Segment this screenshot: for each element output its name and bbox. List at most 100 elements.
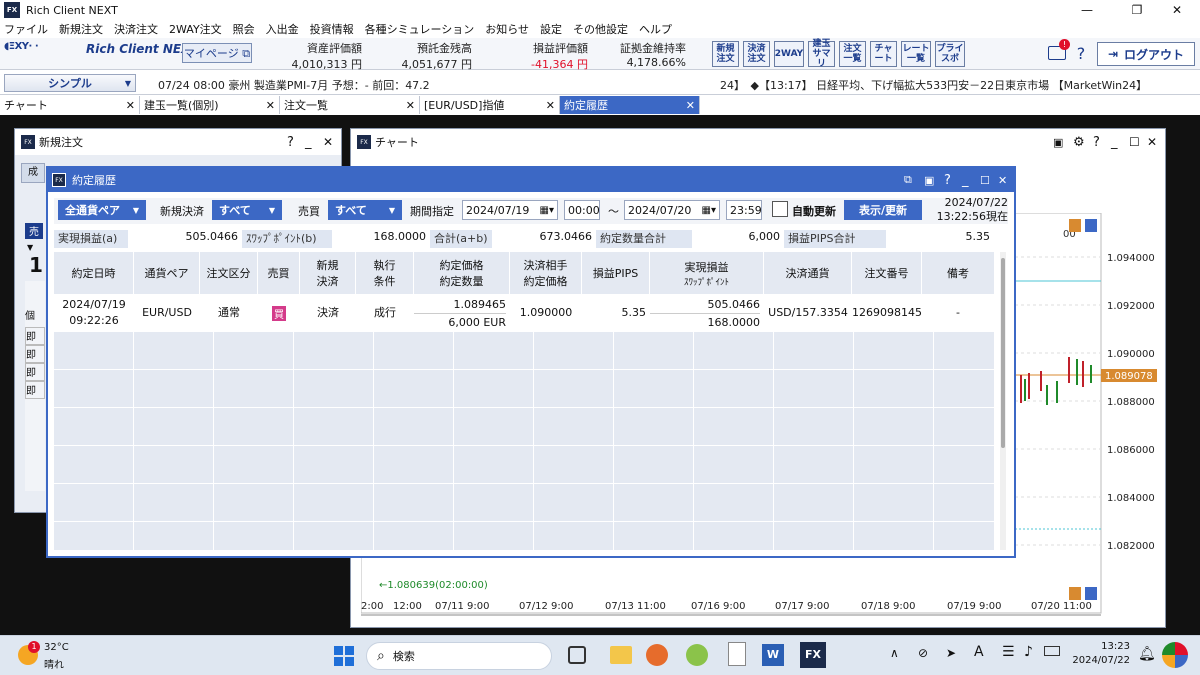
- refresh-button[interactable]: 表示/更新: [844, 200, 922, 220]
- menu-2way[interactable]: 2WAY注文: [169, 21, 222, 37]
- taskbar-search[interactable]: ⌕ 検索: [366, 642, 552, 670]
- to-time-input[interactable]: 23:59: [726, 200, 762, 220]
- word-icon[interactable]: W: [762, 644, 784, 666]
- tab-orders[interactable]: 注文一覧 ✕: [280, 96, 420, 114]
- copilot-icon[interactable]: [1162, 642, 1188, 668]
- scrollbar-thumb: [1001, 258, 1005, 448]
- tab-history[interactable]: 約定履歴 ✕: [560, 96, 700, 114]
- mypage-button[interactable]: マイページ ⧉: [182, 43, 252, 63]
- close-icon: ✕: [265, 98, 275, 112]
- close-icon[interactable]: ✕: [1154, 0, 1200, 20]
- minimize-icon[interactable]: —: [1064, 0, 1110, 20]
- chevron-down-icon: ▼: [124, 78, 131, 88]
- menu-inquiry[interactable]: 照会: [233, 21, 255, 37]
- link-window-icon[interactable]: ⧉: [904, 173, 912, 187]
- menu-notice[interactable]: お知らせ: [485, 21, 529, 37]
- menu-file[interactable]: ファイル: [4, 21, 48, 37]
- close-icon[interactable]: ✕: [998, 174, 1007, 187]
- price-board-button[interactable]: プライ スボ: [935, 41, 965, 67]
- new-order-button[interactable]: 新規 注文: [712, 41, 739, 67]
- fx-icon: FX: [21, 135, 35, 149]
- col-header: 注文区分: [200, 252, 258, 294]
- chevron-down-icon: ▼: [132, 205, 139, 215]
- document-icon[interactable]: [728, 642, 746, 666]
- speaker-icon[interactable]: ♪: [1024, 644, 1033, 660]
- tab-chart[interactable]: チャート ✕: [0, 96, 140, 114]
- close-icon[interactable]: ✕: [1147, 135, 1157, 149]
- weather-icon[interactable]: 1: [18, 641, 40, 665]
- menu-settings[interactable]: 設定: [540, 21, 562, 37]
- bell-icon[interactable]: 🔔︎: [1138, 646, 1156, 662]
- new-order-header: FX 新規注文 ? _ ✕: [15, 129, 341, 155]
- maximize-icon[interactable]: ☐: [1129, 135, 1140, 149]
- message-icon[interactable]: !: [1048, 39, 1070, 60]
- list-item: 即: [25, 345, 45, 363]
- menu-simulation[interactable]: 各種シミュレーション: [365, 21, 475, 37]
- economic-ticker[interactable]: 07/24 08:00 豪州 製造業PMI-7月 予想：- 前回：47.2: [158, 77, 430, 93]
- newclose-select[interactable]: すべて ▼: [212, 200, 282, 220]
- currency-select[interactable]: 全通貨ペア ▼: [58, 200, 146, 220]
- order-list-button[interactable]: 注文 一覧: [839, 41, 866, 67]
- from-time-input[interactable]: 00:00: [564, 200, 600, 220]
- chevron-down-icon: ▼: [388, 205, 395, 215]
- menu-new-order[interactable]: 新規注文: [59, 21, 103, 37]
- col-header: 損益PIPS: [582, 252, 650, 294]
- gear-icon[interactable]: ⚙: [1073, 135, 1085, 150]
- folder-icon[interactable]: [610, 646, 632, 664]
- ime-indicator[interactable]: A: [974, 644, 984, 660]
- maximize-icon[interactable]: ☐: [980, 174, 990, 187]
- windows-start-icon[interactable]: [334, 646, 354, 666]
- task-view-icon[interactable]: [568, 646, 586, 664]
- wifi-icon[interactable]: ☰: [1002, 644, 1015, 660]
- trade-history-header: FX 約定履歴 ⧉ ▣ ? _ ☐ ✕: [48, 168, 1014, 192]
- scrollbar[interactable]: [1000, 252, 1006, 550]
- help-icon[interactable]: ?: [1072, 44, 1090, 64]
- chart-button[interactable]: チャ ート: [870, 41, 897, 67]
- col-header: 新規 決済: [300, 252, 356, 294]
- from-date-input[interactable]: 2024/07/19 ▦▾: [462, 200, 558, 220]
- metric-asset: 資産評価額 4,010,313 円: [291, 42, 362, 71]
- help-icon[interactable]: ?: [1093, 135, 1100, 150]
- close-order-button[interactable]: 決済 注文: [743, 41, 770, 67]
- to-date-input[interactable]: 2024/07/20 ▦▾: [624, 200, 720, 220]
- layout-select[interactable]: シンプル ▼: [4, 74, 136, 92]
- current-price-label: 1.089078: [1105, 371, 1153, 382]
- menu-deposit[interactable]: 入出金: [266, 21, 299, 37]
- quantity-digit: 1: [29, 253, 43, 277]
- screenshot-icon[interactable]: ▣: [1053, 136, 1063, 149]
- order-type-tab[interactable]: 成: [21, 163, 45, 183]
- menu-help[interactable]: ヘルプ: [639, 21, 672, 37]
- network-off-icon[interactable]: ⊘: [918, 646, 928, 660]
- rich-client-icon[interactable]: FX: [800, 642, 826, 668]
- side-select[interactable]: すべて ▼: [328, 200, 402, 220]
- minimize-icon[interactable]: _: [962, 173, 969, 188]
- tab-limit[interactable]: [EUR/USD]指値 ✕: [420, 96, 560, 114]
- position-summary-button[interactable]: 建玉 サマリ: [808, 39, 835, 69]
- rate-list-button[interactable]: レート 一覧: [901, 41, 931, 67]
- 2way-button[interactable]: 2WAY: [774, 41, 804, 67]
- chevron-up-icon[interactable]: ∧: [890, 646, 899, 660]
- list-item: 即: [25, 363, 45, 381]
- news-ticker[interactable]: 24】 ◆【13:17】 日経平均、下げ幅拡大533円安－22日東京市場 【Ma…: [720, 77, 1147, 93]
- sell-label[interactable]: 売: [25, 223, 43, 239]
- auto-refresh-checkbox[interactable]: [772, 201, 788, 217]
- low-marker: ←1.080639(02:00:00): [379, 580, 488, 591]
- logout-button[interactable]: ⇥ ログアウト: [1097, 42, 1195, 66]
- app-icon[interactable]: [686, 644, 708, 666]
- menu-other-settings[interactable]: その他設定: [573, 21, 628, 37]
- minimize-icon[interactable]: _: [1111, 135, 1118, 150]
- firefox-icon[interactable]: [646, 644, 668, 666]
- battery-icon[interactable]: [1044, 646, 1060, 656]
- table-row[interactable]: 2024/07/19 09:22:26 EUR/USD 通常 買 決済 成行 1.…: [54, 294, 994, 332]
- help-icon[interactable]: ?: [287, 135, 294, 150]
- close-icon[interactable]: ✕: [323, 135, 333, 149]
- screenshot-icon[interactable]: ▣: [924, 174, 934, 187]
- menu-close-order[interactable]: 決済注文: [114, 21, 158, 37]
- clock[interactable]: 13:23 2024/07/22: [1068, 640, 1130, 668]
- help-icon[interactable]: ?: [944, 173, 951, 188]
- fx-icon: FX: [357, 135, 371, 149]
- tab-positions[interactable]: 建玉一覧(個別) ✕: [140, 96, 280, 114]
- minimize-icon[interactable]: _: [305, 135, 312, 150]
- menu-investment-info[interactable]: 投資情報: [310, 21, 354, 37]
- location-icon[interactable]: ➤: [946, 646, 956, 660]
